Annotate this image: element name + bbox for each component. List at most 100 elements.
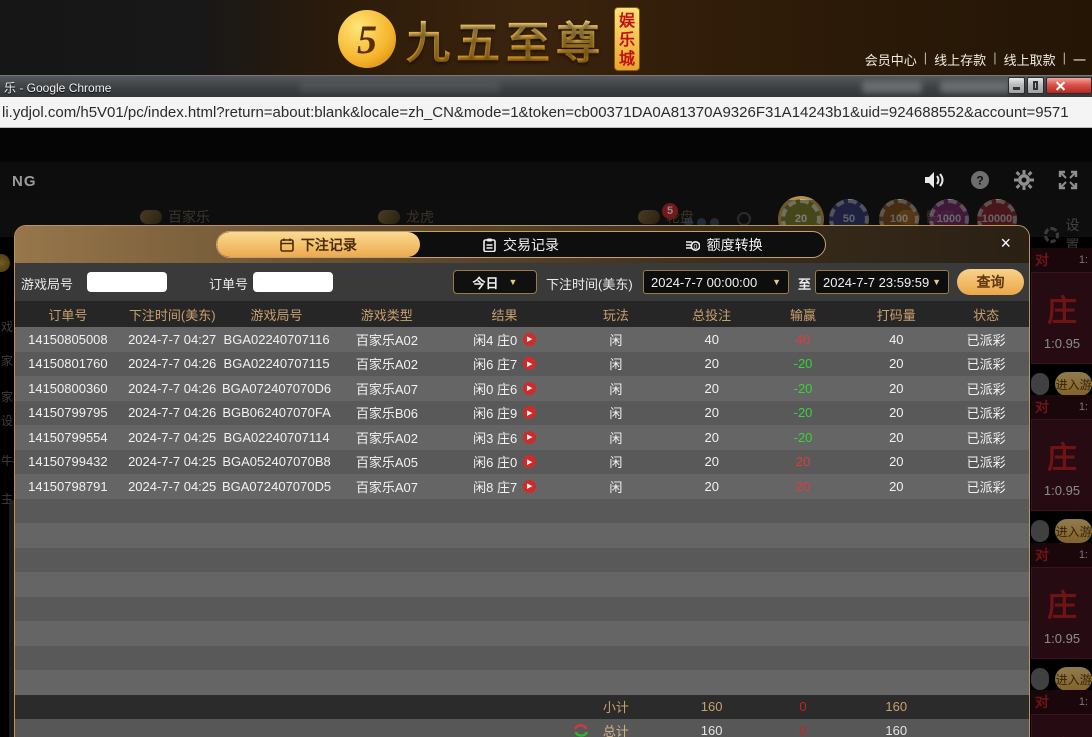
site-logo: 5 九五至尊 娱乐城 xyxy=(338,6,640,72)
total-bet-cell: 20 xyxy=(704,356,719,372)
banner-links: 会员中心 | 线上存款 | 线上取款 | 一 xyxy=(865,50,1086,69)
spacer-cell xyxy=(444,695,565,719)
gear-icon[interactable] xyxy=(1014,170,1034,190)
date-from-picker[interactable]: 2024-7-7 00:00:00 ▼ xyxy=(643,270,789,294)
time-cell: 2024-7-7 04:25 xyxy=(128,429,217,445)
result-text: 闲6 庄7 xyxy=(473,357,518,373)
banner-link[interactable]: 会员中心 xyxy=(865,50,917,69)
table-row[interactable]: 14150799795 2024-7-7 04:26 BGB062407070FA 百… xyxy=(15,400,1029,425)
time-cell: 2024-7-7 04:25 xyxy=(128,454,217,470)
status-cell: 已派彩 xyxy=(966,357,1006,373)
play-icon[interactable]: ▶ xyxy=(523,381,537,395)
screen: 5 九五至尊 娱乐城 会员中心 | 线上存款 | 线上取款 | 一 乐 - Google C… xyxy=(0,0,1092,737)
winloss-cell: 20 xyxy=(795,454,811,470)
table-row[interactable]: 14150799432 2024-7-7 04:25 BGA052407070B8 百… xyxy=(15,449,1029,474)
round-cell: BGA02240707116 xyxy=(223,331,330,347)
table-row[interactable]: 14150799554 2024-7-7 04:25 BGA02240707114 百… xyxy=(15,425,1029,450)
play-type-cell: 闲 xyxy=(609,430,623,446)
minimize-button[interactable] xyxy=(1008,77,1025,94)
maximize-button[interactable] xyxy=(1027,77,1044,94)
turnover-cell: 40 xyxy=(889,331,904,347)
site-banner: 5 九五至尊 娱乐城 会员中心 | 线上存款 | 线上取款 | 一 xyxy=(0,0,1092,75)
logo-title: 九五至尊 xyxy=(406,7,606,71)
order-input[interactable] xyxy=(253,272,333,292)
close-icon[interactable]: × xyxy=(1000,234,1011,252)
round-cell: BGA052407070B8 xyxy=(222,454,331,470)
spacer-cell xyxy=(224,719,330,737)
result-text: 闲6 庄0 xyxy=(473,455,518,471)
table-row[interactable]: 14150800360 2024-7-7 04:26 BGA072407070D6 百… xyxy=(15,376,1029,401)
logo-badge: 娱乐城 xyxy=(614,7,640,71)
column-header: 玩法 xyxy=(602,307,629,323)
fullscreen-icon[interactable] xyxy=(1058,170,1078,190)
table-row[interactable]: 14150805008 2024-7-7 04:27 BGA02240707116 百… xyxy=(15,327,1029,352)
column-header: 总投注 xyxy=(692,307,732,323)
column-header: 状态 xyxy=(973,307,1000,323)
spacer-cell xyxy=(943,695,1029,719)
empty-row xyxy=(15,498,1029,523)
type-cell: 百家乐A07 xyxy=(355,381,418,397)
banner-link[interactable]: 一 xyxy=(1073,50,1086,69)
tab-交易记录[interactable]: 交易记录 xyxy=(420,232,623,257)
winloss-cell: -20 xyxy=(793,405,813,421)
search-button[interactable]: 查询 xyxy=(957,269,1024,295)
table-row[interactable]: 14150801760 2024-7-7 04:26 BGA02240707115 百… xyxy=(15,351,1029,376)
play-icon[interactable]: ▶ xyxy=(523,332,537,346)
spacer-cell xyxy=(224,695,330,719)
status-cell: 已派彩 xyxy=(966,455,1006,471)
type-cell: 百家乐A02 xyxy=(355,357,418,373)
subtotal-turnover: 160 xyxy=(885,699,908,714)
play-icon[interactable]: ▶ xyxy=(523,479,537,493)
date-to-picker[interactable]: 2024-7-7 23:59:59 ▼ xyxy=(815,270,949,294)
url-text[interactable]: li.ydjol.com/h5V01/pc/index.html?return=… xyxy=(2,104,1069,121)
play-type-cell: 闲 xyxy=(609,479,623,495)
round-cell: BGB062407070FA xyxy=(222,405,331,421)
total-turnover: 160 xyxy=(885,723,908,737)
play-icon[interactable]: ▶ xyxy=(523,357,537,371)
close-window-button[interactable] xyxy=(1046,77,1092,94)
type-cell: 百家乐A02 xyxy=(355,332,418,348)
speaker-icon[interactable] xyxy=(924,171,946,189)
game-round-input[interactable] xyxy=(87,272,167,292)
tab-额度转换[interactable]: 0 额度转换 xyxy=(622,232,825,257)
table-row[interactable]: 14150798791 2024-7-7 04:25 BGA072407070D5 百… xyxy=(15,474,1029,499)
date-to-value: 2024-7-7 23:59:59 xyxy=(823,274,930,290)
play-icon[interactable]: ▶ xyxy=(523,406,537,420)
banner-link[interactable]: 线上取款 xyxy=(1004,50,1056,69)
tab-下注记录[interactable]: 下注记录 xyxy=(217,232,420,257)
round-cell: BGA072407070D6 xyxy=(221,380,332,396)
help-icon[interactable]: ? xyxy=(970,170,990,190)
modal-top-bar: 下注记录 交易记录 0 额度转换 × xyxy=(15,226,1029,263)
spacer-cell xyxy=(15,719,121,737)
play-icon[interactable]: ▶ xyxy=(523,455,537,469)
banner-link[interactable]: 线上存款 xyxy=(934,50,986,69)
play-icon[interactable]: ▶ xyxy=(523,430,537,444)
type-cell: 百家乐A02 xyxy=(355,430,418,446)
turnover-cell: 20 xyxy=(889,454,904,470)
turnover-cell: 20 xyxy=(889,478,904,494)
window-titlebar[interactable]: 乐 - Google Chrome xyxy=(0,75,1092,97)
spacer-cell xyxy=(15,695,121,719)
url-bar[interactable]: li.ydjol.com/h5V01/pc/index.html?return=… xyxy=(0,97,1092,128)
order-label: 订单号 xyxy=(209,277,249,292)
order-cell: 14150799432 xyxy=(28,454,108,470)
empty-row xyxy=(15,596,1029,621)
type-cell: 百家乐A05 xyxy=(355,455,418,471)
column-header: 结果 xyxy=(491,307,518,323)
round-cell: BGA02240707115 xyxy=(223,356,330,372)
date-range-select[interactable]: 今日 ▼ xyxy=(453,270,537,294)
time-cell: 2024-7-7 04:26 xyxy=(128,405,217,421)
subtotal-bet: 160 xyxy=(700,699,723,714)
type-cell: 百家乐A07 xyxy=(355,479,418,495)
time-cell: 2024-7-7 04:26 xyxy=(128,380,217,396)
turnover-cell: 20 xyxy=(889,429,904,445)
total-label: 总计 xyxy=(602,724,629,737)
clipboard-icon xyxy=(483,238,496,252)
refresh-icon[interactable] xyxy=(573,723,589,737)
chevron-down-icon: ▼ xyxy=(508,277,518,287)
calendar-icon xyxy=(280,238,294,252)
turnover-cell: 20 xyxy=(889,380,904,396)
coins-icon: 0 xyxy=(685,238,700,252)
winloss-cell: -20 xyxy=(793,356,813,372)
result-cell: 闲0 庄6 ▶ xyxy=(444,376,565,401)
